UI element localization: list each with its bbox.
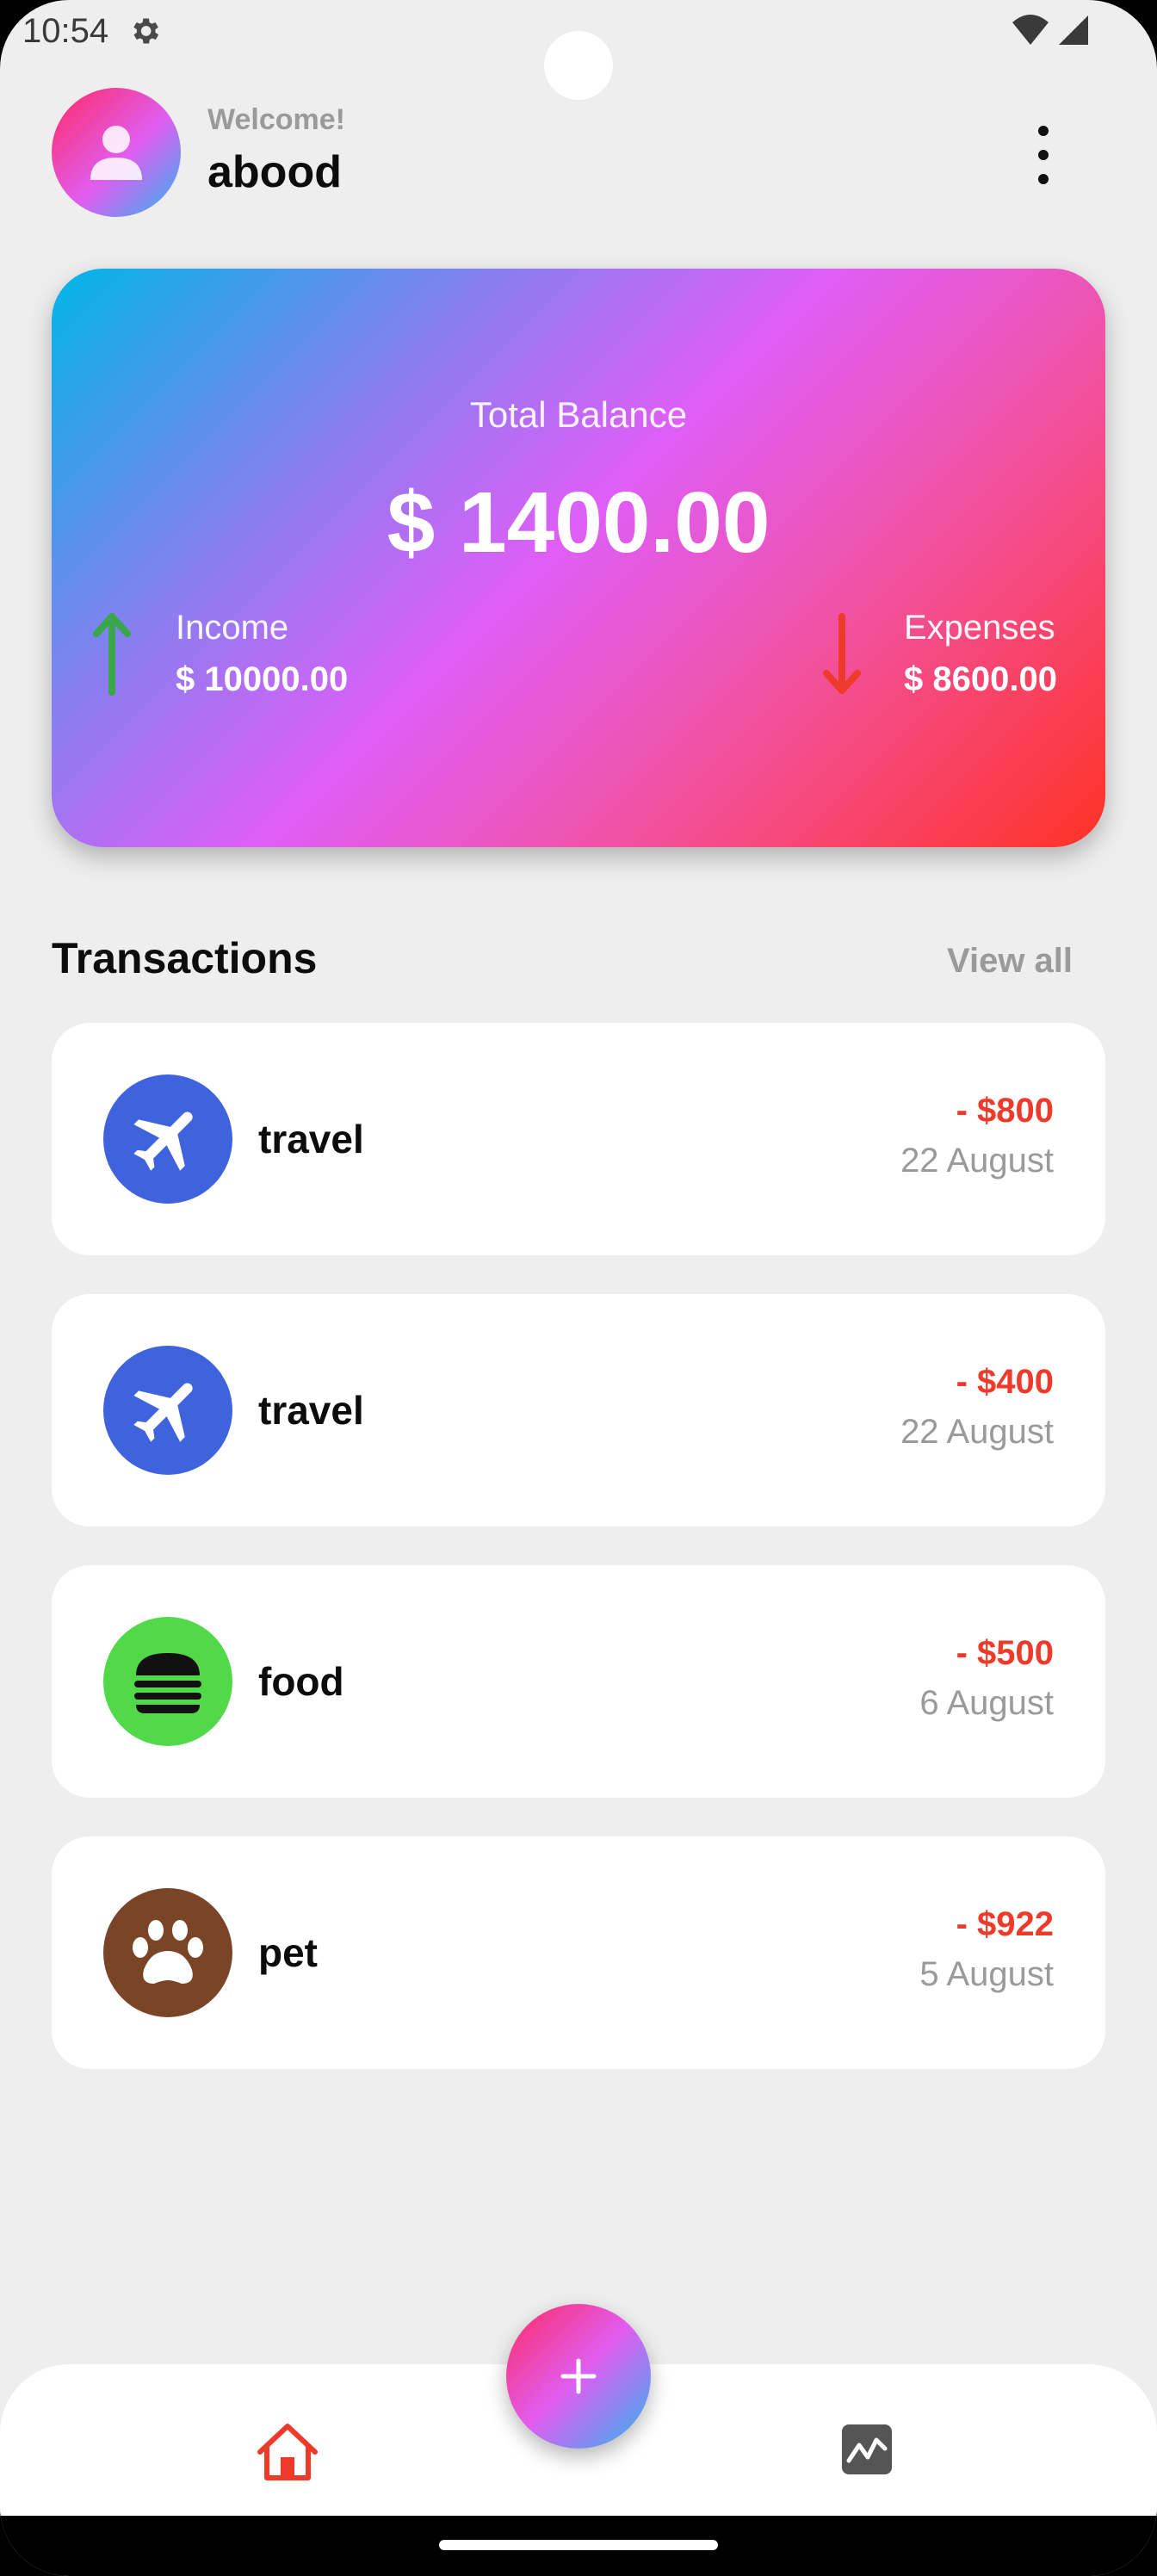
transaction-name: travel (258, 1117, 364, 1161)
arrow-up-icon (93, 613, 131, 696)
transaction-item[interactable]: pet - $922 5 August (52, 1836, 1105, 2069)
avatar[interactable] (52, 88, 181, 217)
transaction-item[interactable]: travel - $800 22 August (52, 1023, 1105, 1255)
home-indicator[interactable] (439, 2540, 718, 2550)
wifi-icon (1012, 15, 1049, 45)
income-label: Income (176, 609, 289, 647)
transactions-title: Transactions (52, 934, 318, 982)
add-transaction-button[interactable] (506, 2304, 651, 2449)
balance-amount: $ 1400.00 (387, 474, 770, 571)
arrow-down-icon (823, 613, 861, 694)
settings-gear-icon (133, 18, 159, 44)
income-value: $ 10000.00 (176, 660, 349, 698)
status-icons (1011, 12, 1092, 46)
transaction-amount: - $400 (956, 1363, 1054, 1401)
transaction-icon-circle (103, 1346, 232, 1475)
transaction-icon-circle (103, 1888, 232, 2017)
stats-chart-icon[interactable] (840, 2423, 894, 2476)
camera-cutout (544, 31, 613, 100)
transaction-date: 6 August (919, 1684, 1054, 1722)
status-time: 10:54 (22, 12, 109, 50)
burger-icon (134, 1653, 201, 1713)
transaction-name: travel (258, 1388, 364, 1433)
cell-signal-icon (1059, 15, 1088, 45)
transaction-amount: - $800 (956, 1092, 1054, 1130)
transaction-item[interactable]: food - $500 6 August (52, 1565, 1105, 1798)
airplane-icon (133, 1112, 193, 1171)
transaction-name: pet (258, 1930, 318, 1975)
transaction-item[interactable]: travel - $400 22 August (52, 1294, 1105, 1526)
dot-icon (1038, 126, 1049, 136)
dot-icon (1038, 174, 1049, 184)
transactions-list: travel - $800 22 August travel - $400 22… (52, 1023, 1105, 2108)
app-screen: 10:54 Welcome! abood Total Balance $ 140… (0, 0, 1157, 2576)
welcome-text: Welcome! (207, 103, 345, 136)
plus-icon (560, 2358, 597, 2394)
expenses-value: $ 8600.00 (904, 660, 1057, 698)
balance-card: Total Balance $ 1400.00 Income $ 10000.0… (52, 269, 1105, 847)
transaction-icon-circle (103, 1617, 232, 1746)
person-icon (90, 126, 142, 180)
transaction-date: 22 August (900, 1142, 1054, 1180)
dot-icon (1038, 150, 1049, 160)
transaction-amount: - $500 (956, 1634, 1054, 1672)
balance-label: Total Balance (469, 394, 688, 435)
home-icon[interactable] (255, 2421, 320, 2483)
expenses-label: Expenses (904, 609, 1055, 647)
transaction-date: 22 August (900, 1413, 1054, 1451)
transaction-name: food (258, 1659, 344, 1704)
transaction-amount: - $922 (956, 1905, 1054, 1943)
more-menu-button[interactable] (1024, 121, 1062, 189)
username: abood (207, 147, 342, 197)
view-all-link[interactable]: View all (947, 942, 1073, 981)
paw-icon (133, 1920, 203, 1984)
transaction-date: 5 August (919, 1955, 1054, 1993)
transaction-icon-circle (103, 1074, 232, 1204)
airplane-icon (133, 1383, 193, 1442)
